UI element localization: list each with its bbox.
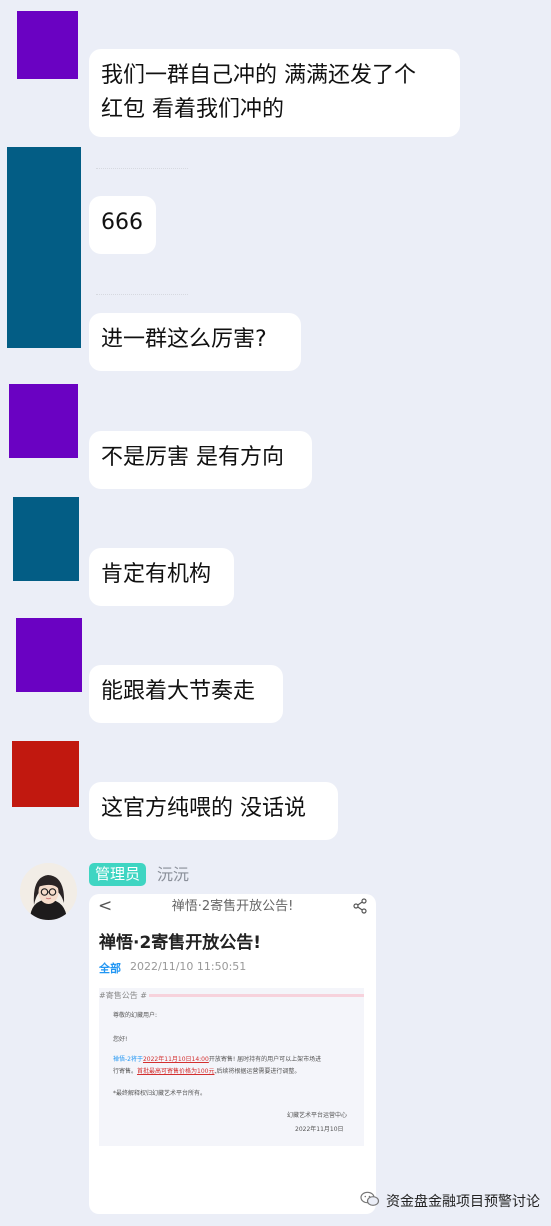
message-bubble: 这官方纯喂的 没话说 [89,782,338,840]
card-header: < 禅悟·2寄售开放公告! [89,894,376,920]
signature-text: 幻藏艺术平台运营中心 [287,1112,348,1119]
avatar[interactable] [17,11,78,79]
body-2c: ,后续将根据运营需要进行调整。 [214,1068,301,1075]
signature-date: 2022年11月10日 [295,1126,344,1133]
sender-name: 沅沅 [157,865,190,884]
greeting-text: 尊敬的幻藏用户: [113,1012,158,1019]
sender-name-faint [96,168,188,181]
watermark: 资金盘金融项目预警讨论 [360,1191,540,1211]
sender-name-faint [96,294,188,307]
tag-divider [149,994,364,997]
announcement-image-card[interactable]: < 禅悟·2寄售开放公告! 禅悟·2寄售开放公告! 全部 2022/11/10 … [89,894,376,1214]
message-bubble: 能跟着大节奏走 [89,665,283,723]
watermark-text: 资金盘金融项目预警讨论 [386,1194,540,1210]
admin-badge: 管理员 [89,863,147,886]
share-icon [352,898,368,924]
announcement-title: 禅悟·2寄售开放公告! [99,933,262,953]
avatar[interactable] [16,618,82,692]
disclaimer-text: *最终解释权归幻藏艺术平台所有。 [113,1090,207,1097]
body-1b: 2022年11月10日14:00 [142,1056,209,1063]
wechat-icon [360,1191,380,1211]
body-line-2: 行寄售。首批最高可寄售价格为100元,后续将根据运营需要进行调整。 [113,1066,300,1075]
avatar[interactable] [9,384,78,458]
body-2a: 行寄售。 [113,1068,138,1075]
back-icon: < [98,896,113,916]
message-bubble: 肯定有机构 [89,548,234,606]
message-bubble: 不是厉害 是有方向 [89,431,312,489]
category-label: 全部 [99,962,121,975]
post-datetime: 2022/11/10 11:50:51 [130,960,247,973]
avatar[interactable] [13,497,79,581]
message-bubble: 我们一群自己冲的 满满还发了个 红包 看着我们冲的 [89,49,460,137]
hello-text: 您好! [113,1036,128,1043]
avatar[interactable] [12,741,79,807]
message-bubble: 666 [89,196,156,254]
body-1a: 禅悟-2将于 [113,1056,143,1063]
body-1c: 开放寄售! 届时持有的用户可以上架市场进 [208,1056,322,1063]
sender-name-faint [90,22,130,34]
card-header-title: 禅悟·2寄售开放公告! [171,899,294,914]
message-bubble: 进一群这么厉害? [89,313,301,371]
admin-avatar[interactable] [20,863,77,920]
announcement-body: #寄售公告 # 尊敬的幻藏用户: 您好! 禅悟-2将于2022年11月10日14… [99,988,364,1146]
body-2b: 首批最高可寄售价格为100元 [137,1068,215,1075]
body-line-1: 禅悟-2将于2022年11月10日14:00开放寄售! 届时持有的用户可以上架市… [113,1054,321,1063]
avatar[interactable] [7,147,81,348]
announcement-tag: #寄售公告 # [99,991,147,1000]
person-portrait-icon [20,863,77,920]
